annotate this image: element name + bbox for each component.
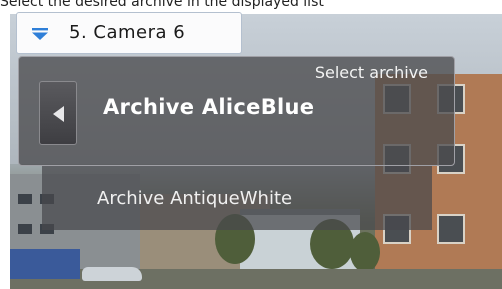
- scene-tree: [350, 232, 380, 272]
- scene-car: [82, 267, 142, 281]
- triangle-down-icon: [31, 26, 49, 40]
- instruction-text: Select the desired archive in the displa…: [0, 0, 324, 10]
- current-archive-label: Archive AliceBlue: [103, 95, 315, 119]
- camera-select[interactable]: 5. Camera 6: [16, 12, 242, 54]
- archive-list: Archive AntiqueWhite: [42, 166, 432, 230]
- scene-van: [10, 249, 80, 279]
- camera-select-label: 5. Camera 6: [69, 22, 186, 43]
- triangle-left-icon: [53, 106, 64, 122]
- previous-archive-button[interactable]: [39, 81, 77, 145]
- archive-list-item[interactable]: Archive AntiqueWhite: [97, 188, 292, 209]
- archive-panel-title: Select archive: [314, 63, 428, 82]
- archive-panel: Select archive Archive AliceBlue: [18, 56, 455, 166]
